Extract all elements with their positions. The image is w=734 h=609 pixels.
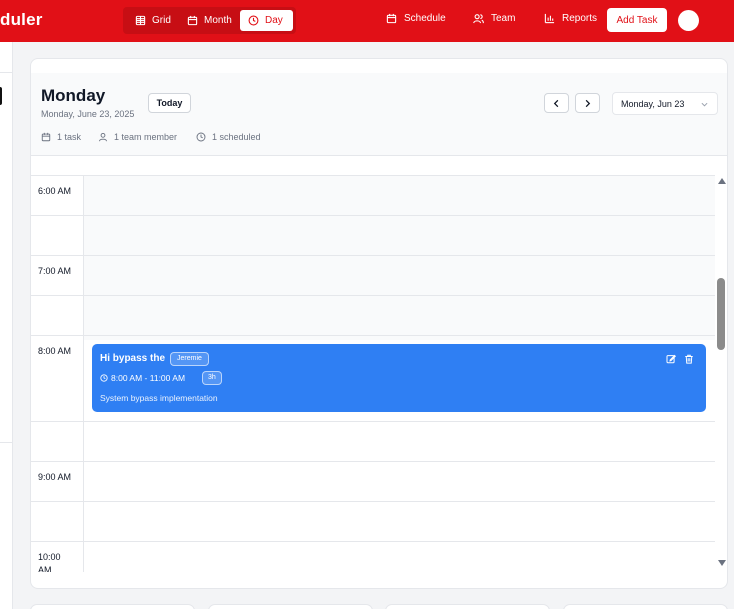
nav-schedule-label: Schedule <box>404 13 446 24</box>
view-switcher: Grid Month Day <box>123 7 296 34</box>
date-select-value: Monday, Jun 23 <box>621 98 685 109</box>
add-task-button[interactable]: Add Task <box>607 8 667 32</box>
view-grid-button[interactable]: Grid <box>127 10 179 31</box>
event-time-label: 8:00 AM - 11:00 AM <box>111 373 186 383</box>
nav-reports[interactable]: Reports <box>544 13 597 24</box>
chevron-right-icon <box>585 99 591 107</box>
summary-card <box>30 604 195 609</box>
time-label: 10:00 AM <box>38 552 61 572</box>
next-day-button[interactable] <box>575 93 600 113</box>
clock-icon <box>248 15 259 26</box>
left-sidebar <box>0 42 13 609</box>
calendar-icon <box>41 132 51 142</box>
summary-card <box>563 604 728 609</box>
nav-reports-label: Reports <box>562 13 598 24</box>
scroll-up-arrow[interactable] <box>718 178 726 184</box>
chevron-down-icon <box>701 102 708 107</box>
view-grid-label: Grid <box>152 15 171 26</box>
past-hours-shade <box>84 175 715 340</box>
grid-line <box>31 255 715 256</box>
date-select[interactable]: Monday, Jun 23 <box>612 92 718 115</box>
clock-icon <box>100 374 108 382</box>
task-count: 1 task <box>41 132 81 142</box>
event-title: Hi bypass the <box>100 353 166 364</box>
grid-line <box>31 295 715 296</box>
edit-icon[interactable] <box>666 354 676 364</box>
day-header: Monday Monday, June 23, 2025 Today 1 tas… <box>31 73 727 156</box>
sidebar-handle[interactable] <box>0 87 2 105</box>
today-button[interactable]: Today <box>148 93 191 113</box>
nav-team[interactable]: Team <box>473 13 515 24</box>
grid-line <box>31 335 715 336</box>
bar-chart-icon <box>544 13 555 24</box>
calendar-icon <box>386 13 397 24</box>
page-title: Monday <box>41 86 106 105</box>
scrollbar-thumb[interactable] <box>717 278 725 350</box>
trash-icon[interactable] <box>684 354 694 364</box>
view-day-button[interactable]: Day <box>240 10 293 31</box>
user-icon <box>99 132 107 142</box>
scrollbar[interactable] <box>715 175 727 572</box>
chevron-left-icon <box>553 99 559 107</box>
event-time: 8:00 AM - 11:00 AM <box>100 373 185 383</box>
time-label: 6:00 AM <box>38 186 72 196</box>
clock-icon <box>196 132 206 142</box>
summary-card <box>385 604 550 609</box>
event-description: System bypass implementation <box>100 393 218 403</box>
date-subtitle: Monday, June 23, 2025 <box>41 109 135 119</box>
grid-line <box>31 541 715 542</box>
task-count-label: 1 task <box>57 132 82 142</box>
top-bar: duler Grid Month Day Schedule Team Repor… <box>0 0 734 42</box>
assignee-badge: Jeremie <box>170 352 209 366</box>
avatar[interactable] <box>678 10 699 31</box>
view-day-label: Day <box>265 15 283 26</box>
view-month-label: Month <box>204 15 232 26</box>
app-title: duler <box>0 10 43 29</box>
time-label: 8:00 AM <box>38 346 72 356</box>
time-column-divider <box>83 175 84 572</box>
grid-icon <box>135 15 146 26</box>
team-count-label: 1 team member <box>114 132 178 142</box>
grid-line <box>31 215 715 216</box>
duration-badge: 3h <box>202 371 222 385</box>
grid-line <box>31 501 715 502</box>
nav-team-label: Team <box>491 13 516 24</box>
event-card[interactable]: Hi bypass the Jeremie 8:00 AM - 11:00 AM… <box>92 344 706 412</box>
divider <box>0 442 13 443</box>
calendar-icon <box>187 15 198 26</box>
grid-line <box>31 461 715 462</box>
time-label: 9:00 AM <box>38 472 72 482</box>
day-view-card: Monday Monday, June 23, 2025 Today 1 tas… <box>30 58 728 589</box>
scheduled-count-label: 1 scheduled <box>212 132 261 142</box>
view-month-button[interactable]: Month <box>179 10 240 31</box>
prev-day-button[interactable] <box>544 93 569 113</box>
scroll-down-arrow[interactable] <box>718 560 726 566</box>
nav-schedule[interactable]: Schedule <box>386 13 446 24</box>
grid-line <box>31 421 715 422</box>
grid-line <box>31 175 715 176</box>
team-count: 1 team member <box>98 132 177 142</box>
divider <box>0 72 13 73</box>
users-icon <box>473 14 484 24</box>
summary-card <box>208 604 373 609</box>
time-label: 7:00 AM <box>38 266 72 276</box>
scheduled-count: 1 scheduled <box>196 132 261 142</box>
